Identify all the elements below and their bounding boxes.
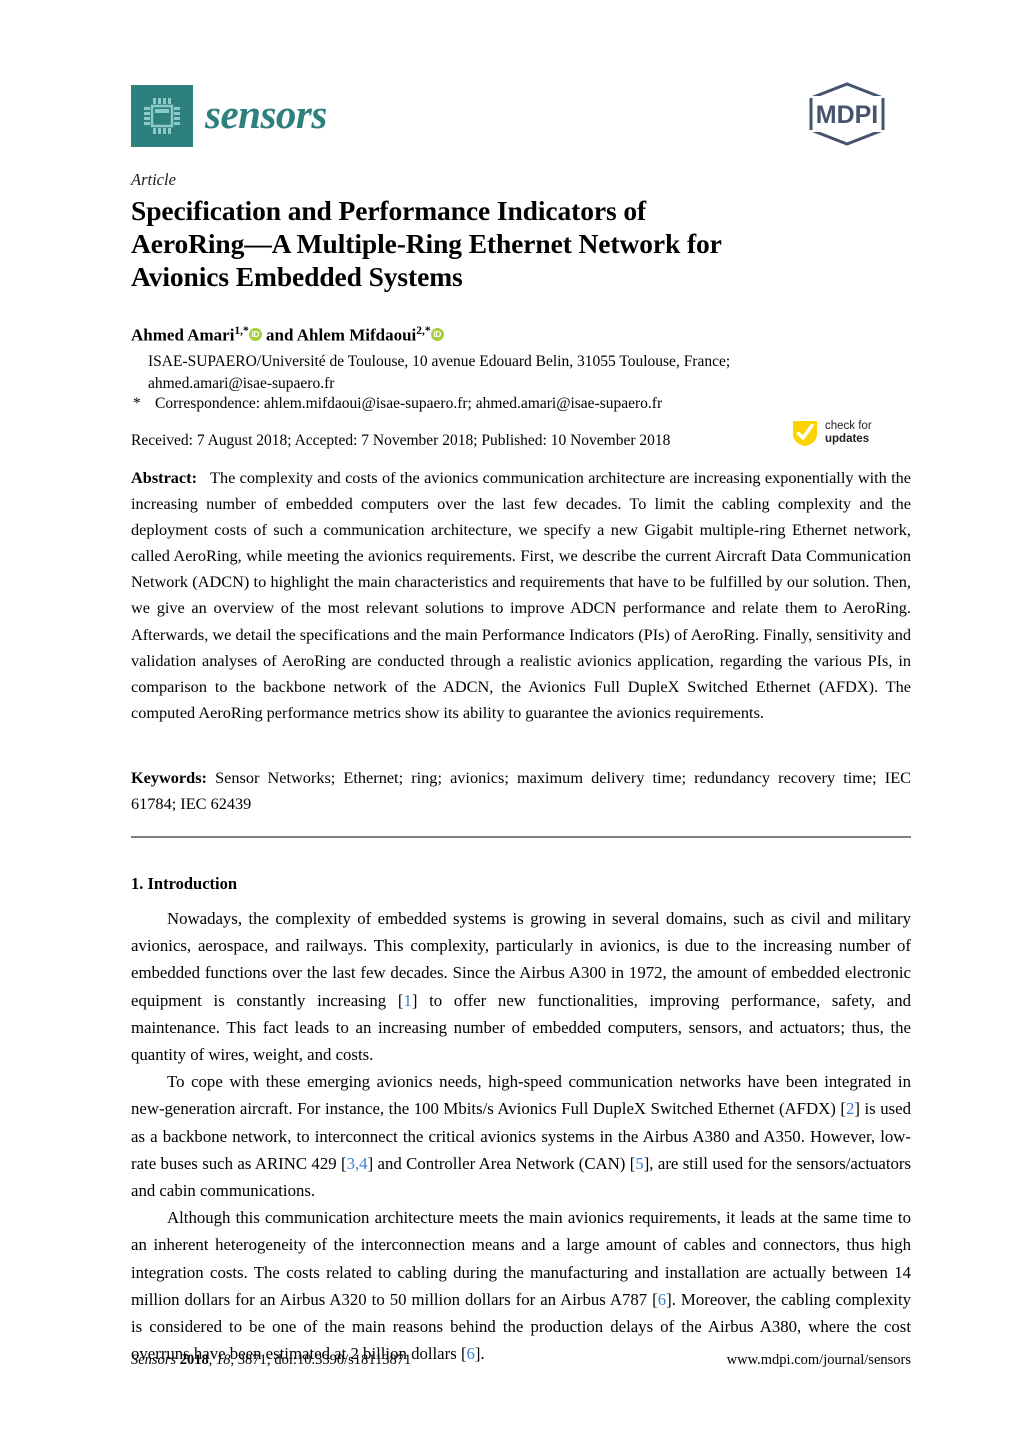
author-name-1: Ahmed Amari bbox=[131, 325, 235, 345]
paragraph-1: Nowadays, the complexity of embedded sys… bbox=[131, 905, 911, 1068]
footer-year: 2018 bbox=[179, 1352, 209, 1368]
article-type-label: Article bbox=[131, 170, 176, 189]
author-list: Ahmed Amari1,* iD and Ahlem Mifdaoui2,* iD bbox=[131, 320, 911, 347]
title-line-1: Specification and Performance Indicators… bbox=[131, 195, 647, 226]
section-divider bbox=[131, 836, 911, 838]
footer-volume: 18 bbox=[216, 1352, 231, 1368]
orcid-icon-1[interactable]: iD bbox=[248, 327, 262, 341]
correspondence-text[interactable]: Correspondence: ahlem.mifdaoui@isae-supa… bbox=[155, 393, 662, 414]
crossmark-line-2: updates bbox=[825, 433, 870, 445]
affiliation-email[interactable]: ahmed.amari@isae-supaero.fr bbox=[148, 373, 918, 395]
journal-logo[interactable]: sensors bbox=[131, 85, 327, 147]
keywords-text: Sensor Networks; Ethernet; ring; avionic… bbox=[131, 768, 911, 814]
title-line-3: Avionics Embedded Systems bbox=[131, 261, 463, 292]
check-mark-icon bbox=[793, 421, 817, 446]
abstract-block: Abstract: The complexity and costs of th… bbox=[131, 465, 911, 726]
abstract-label: Abstract: bbox=[131, 468, 198, 487]
document-page: sensors MDPI Article Specification and P… bbox=[0, 0, 1020, 1442]
author-affiliation-marker-1: 1,* bbox=[234, 325, 249, 337]
author-affiliation-marker-2: 2,* bbox=[416, 325, 431, 337]
section-heading-introduction: 1. Introduction bbox=[131, 874, 238, 893]
correspondence-marker: * bbox=[133, 395, 141, 412]
correspondence-block: * Correspondence: ahlem.mifdaoui@isae-su… bbox=[133, 393, 913, 414]
paragraph-2: To cope with these emerging avionics nee… bbox=[131, 1068, 911, 1204]
microchip-icon bbox=[131, 85, 193, 147]
masthead: sensors MDPI bbox=[131, 80, 891, 152]
check-for-updates-badge[interactable]: check for updates bbox=[790, 418, 872, 448]
affiliation-block: ISAE-SUPAERO/Université de Toulouse, 10 … bbox=[148, 351, 918, 394]
citation-link-3[interactable]: 3,4 bbox=[347, 1154, 368, 1173]
citation-link-4[interactable]: 5 bbox=[635, 1154, 643, 1173]
footer-doi: , 3871; doi:10.3390/s18113871 bbox=[230, 1352, 412, 1368]
check-for-updates-text: check for updates bbox=[825, 420, 872, 447]
footer-url[interactable]: www.mdpi.com/journal/sensors bbox=[727, 1352, 911, 1369]
title-line-2: AeroRing—A Multiple-Ring Ethernet Networ… bbox=[131, 228, 722, 259]
paragraph-3: Although this communication architecture… bbox=[131, 1204, 911, 1367]
author-conjunction: and bbox=[266, 325, 294, 345]
paragraph-2-part-c: ] and Controller Area Network (CAN) [ bbox=[367, 1153, 636, 1173]
mdpi-wordmark: MDPI bbox=[816, 101, 879, 129]
abstract-text: The complexity and costs of the avionics… bbox=[131, 468, 911, 722]
footer-journal-name: Sensors bbox=[131, 1352, 177, 1368]
author-name-2: Ahlem Mifdaoui bbox=[296, 325, 417, 345]
keywords-block: Keywords: Sensor Networks; Ethernet; rin… bbox=[131, 765, 911, 817]
footer-citation: Sensors 2018, 18, 3871; doi:10.3390/s181… bbox=[131, 1352, 412, 1368]
journal-title: sensors bbox=[205, 90, 327, 137]
paragraph-2-part-a: To cope with these emerging avionics nee… bbox=[131, 1072, 911, 1119]
affiliation-line-1: ISAE-SUPAERO/Université de Toulouse, 10 … bbox=[148, 353, 731, 370]
keywords-label: Keywords: bbox=[131, 768, 207, 787]
citation-link-1[interactable]: 1 bbox=[403, 991, 411, 1010]
page-title: Specification and Performance Indicators… bbox=[131, 194, 911, 293]
body-content: Nowadays, the complexity of embedded sys… bbox=[131, 905, 911, 1367]
publication-dates: Received: 7 August 2018; Accepted: 7 Nov… bbox=[131, 432, 671, 449]
crossmark-line-1: check for bbox=[825, 419, 872, 432]
orcid-icon-2[interactable]: iD bbox=[430, 327, 444, 341]
mdpi-logo[interactable]: MDPI bbox=[803, 82, 891, 146]
page-footer: Sensors 2018, 18, 3871; doi:10.3390/s181… bbox=[131, 1352, 911, 1369]
citation-link-5[interactable]: 6 bbox=[658, 1290, 666, 1309]
